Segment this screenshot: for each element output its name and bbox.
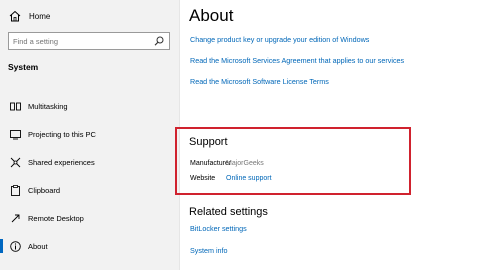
sidebar-item-label: Multitasking xyxy=(28,101,68,111)
search-box[interactable] xyxy=(8,32,170,50)
sidebar-item-clipboard[interactable]: Clipboard xyxy=(0,176,180,204)
sidebar-item-label: Remote Desktop xyxy=(28,213,84,223)
home-link[interactable]: Home xyxy=(8,8,50,24)
sidebar-item-label: About xyxy=(28,241,48,251)
related-settings-heading: Related settings xyxy=(189,206,268,218)
sidebar-item-label: Projecting to this PC xyxy=(28,129,96,139)
sidebar-item-about[interactable]: About xyxy=(0,232,180,260)
license-terms-link[interactable]: Read the Microsoft Software License Term… xyxy=(190,77,329,86)
sidebar-nav: Multitasking Projecting to this PC Share… xyxy=(0,92,180,260)
home-icon xyxy=(9,10,21,22)
system-info-link[interactable]: System info xyxy=(190,246,228,255)
multitasking-icon xyxy=(10,102,21,110)
sidebar-item-remote-desktop[interactable]: Remote Desktop xyxy=(0,204,180,232)
support-highlight-box xyxy=(175,127,411,195)
sidebar-item-shared-experiences[interactable]: Shared experiences xyxy=(0,148,180,176)
about-icon xyxy=(10,240,21,252)
sidebar-item-multitasking[interactable]: Multitasking xyxy=(0,92,180,120)
sidebar-item-label: Clipboard xyxy=(28,185,61,195)
projecting-icon xyxy=(10,129,21,139)
section-title: System xyxy=(8,62,39,72)
remote-desktop-icon xyxy=(11,214,20,222)
home-label: Home xyxy=(29,11,51,21)
search-input[interactable] xyxy=(13,33,143,49)
sidebar-item-label: Shared experiences xyxy=(28,157,95,167)
shared-experiences-icon xyxy=(10,157,21,167)
bitlocker-settings-link[interactable]: BitLocker settings xyxy=(190,224,247,233)
services-agreement-link[interactable]: Read the Microsoft Services Agreement th… xyxy=(190,56,404,65)
change-product-key-link[interactable]: Change product key or upgrade your editi… xyxy=(190,35,369,44)
page-title: About xyxy=(189,6,234,25)
sidebar: Home System Multitasking Projecting to t… xyxy=(0,0,180,270)
search-icon[interactable] xyxy=(154,36,164,46)
sidebar-item-projecting[interactable]: Projecting to this PC xyxy=(0,120,180,148)
clipboard-icon xyxy=(11,184,20,196)
